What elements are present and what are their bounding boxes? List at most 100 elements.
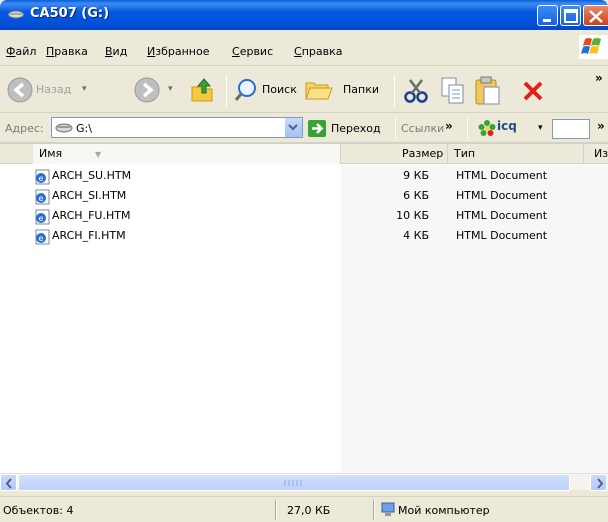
file-size: 10 КБ: [396, 209, 429, 222]
scroll-thumb[interactable]: [18, 474, 570, 491]
status-location: Мой компьютер: [398, 504, 490, 517]
column-modified[interactable]: Из: [588, 144, 608, 164]
icq-flower-icon[interactable]: [478, 120, 496, 137]
file-list[interactable]: Имя ▼ Размер Тип Из e ARCH_SU.HTM 9 КБ H…: [0, 143, 608, 474]
status-separator: [275, 500, 277, 520]
column-name[interactable]: Имя ▼: [33, 144, 341, 164]
svg-text:e: e: [39, 194, 44, 203]
title-bar[interactable]: CA507 (G:): [0, 0, 608, 30]
close-icon: [589, 10, 603, 23]
menu-view[interactable]: Вид: [105, 45, 127, 58]
svg-text:e: e: [39, 214, 44, 223]
menu-help[interactable]: Справка: [294, 45, 342, 58]
up-folder-icon[interactable]: [190, 77, 214, 103]
back-icon: [7, 77, 33, 103]
folders-label: Папки: [343, 83, 379, 96]
html-file-icon: e: [35, 169, 50, 185]
column-modified-label: Из: [594, 147, 608, 160]
file-size: 6 КБ: [403, 189, 429, 202]
icq-input[interactable]: [552, 119, 590, 139]
scroll-left-button[interactable]: [0, 474, 17, 491]
file-type: HTML Document: [456, 189, 548, 202]
column-type-label: Тип: [454, 147, 476, 160]
file-row[interactable]: e ARCH_FI.HTM 4 КБ HTML Document: [0, 227, 608, 246]
file-type: HTML Document: [456, 169, 548, 182]
status-bar: Объектов: 4 27,0 КБ Мой компьютер: [0, 496, 608, 522]
copy-icon[interactable]: [441, 77, 465, 105]
delete-icon[interactable]: [522, 80, 544, 102]
menu-bar: Файл Правка Вид Избранное Сервис Справка: [0, 30, 608, 66]
explorer-window: CA507 (G:) Файл Правка Вид Избранное Сер…: [0, 0, 608, 522]
svg-text:e: e: [39, 234, 44, 243]
icq-label[interactable]: icq: [497, 119, 517, 133]
sort-arrow-icon: ▼: [95, 150, 102, 159]
drive-icon: [8, 10, 24, 19]
addressbar-separator: [395, 117, 396, 139]
addressbar-overflow-icon[interactable]: »: [597, 119, 605, 133]
standard-toolbar: Назад ▾ ▾ Поиск Папки »: [0, 67, 608, 113]
address-bar: Адрес: G:\ Переход Ссылки » icq ▾ »: [0, 113, 608, 143]
address-label: Адрес:: [5, 122, 44, 135]
file-size: 9 КБ: [403, 169, 429, 182]
addressbar-separator: [467, 117, 468, 139]
file-type: HTML Document: [456, 229, 548, 242]
status-size: 27,0 КБ: [287, 504, 331, 517]
html-file-icon: e: [35, 189, 50, 205]
toolbar-separator: [394, 75, 395, 107]
forward-dropdown-icon[interactable]: ▾: [168, 84, 173, 94]
forward-button[interactable]: ▾: [96, 67, 173, 113]
menu-favorites[interactable]: Избранное: [147, 45, 209, 58]
file-row[interactable]: e ARCH_SI.HTM 6 КБ HTML Document: [0, 187, 608, 206]
computer-icon: [381, 502, 395, 516]
forward-icon: [134, 77, 160, 103]
html-file-icon: e: [35, 229, 50, 245]
toolbar-overflow-icon[interactable]: »: [595, 71, 603, 85]
column-size[interactable]: Размер: [396, 144, 448, 164]
toolbar-separator: [226, 75, 227, 107]
search-label: Поиск: [262, 83, 297, 96]
back-label: Назад: [36, 83, 72, 96]
maximize-icon: [564, 9, 578, 23]
folders-icon: [305, 82, 333, 100]
file-type: HTML Document: [456, 209, 548, 222]
window-title: CA507 (G:): [30, 6, 110, 21]
icq-dropdown-icon[interactable]: ▾: [538, 123, 543, 133]
address-field[interactable]: G:\: [51, 117, 303, 138]
menu-edit[interactable]: Правка: [46, 45, 88, 58]
go-button[interactable]: Переход: [331, 122, 381, 135]
minimize-button[interactable]: [537, 5, 558, 26]
chevron-right-icon: [597, 478, 604, 489]
folders-button[interactable]: Папки: [303, 67, 387, 113]
cut-icon[interactable]: [403, 78, 429, 104]
status-separator: [373, 500, 375, 520]
links-label[interactable]: Ссылки: [401, 122, 444, 135]
go-icon[interactable]: [308, 120, 326, 137]
file-row[interactable]: e ARCH_SU.HTM 9 КБ HTML Document: [0, 167, 608, 186]
back-dropdown-icon[interactable]: ▾: [82, 84, 87, 94]
scroll-right-button[interactable]: [590, 474, 607, 491]
svg-text:e: e: [39, 174, 44, 183]
links-overflow-icon[interactable]: »: [445, 119, 453, 133]
minimize-icon: [543, 19, 551, 22]
back-button[interactable]: Назад ▾: [3, 67, 93, 113]
address-dropdown-button[interactable]: [284, 118, 302, 137]
menu-file[interactable]: Файл: [6, 45, 36, 58]
html-file-icon: e: [35, 209, 50, 225]
file-name: ARCH_SI.HTM: [52, 189, 127, 202]
maximize-button[interactable]: [560, 5, 581, 26]
file-size: 4 КБ: [403, 229, 429, 242]
column-size-label: Размер: [402, 147, 444, 160]
windows-logo-icon: [579, 35, 608, 59]
file-row[interactable]: e ARCH_FU.HTM 10 КБ HTML Document: [0, 207, 608, 226]
search-icon: [234, 79, 256, 101]
address-value: G:\: [76, 122, 92, 135]
paste-icon[interactable]: [474, 76, 502, 106]
column-header: Имя ▼ Размер Тип Из: [0, 144, 608, 164]
menu-tools[interactable]: Сервис: [232, 45, 273, 58]
search-button[interactable]: Поиск: [232, 67, 297, 113]
status-objects: Объектов: 4: [3, 504, 74, 517]
column-type[interactable]: Тип: [448, 144, 584, 164]
horizontal-scrollbar[interactable]: [0, 473, 608, 491]
chevron-down-icon: [288, 124, 298, 131]
close-button[interactable]: [583, 5, 608, 26]
